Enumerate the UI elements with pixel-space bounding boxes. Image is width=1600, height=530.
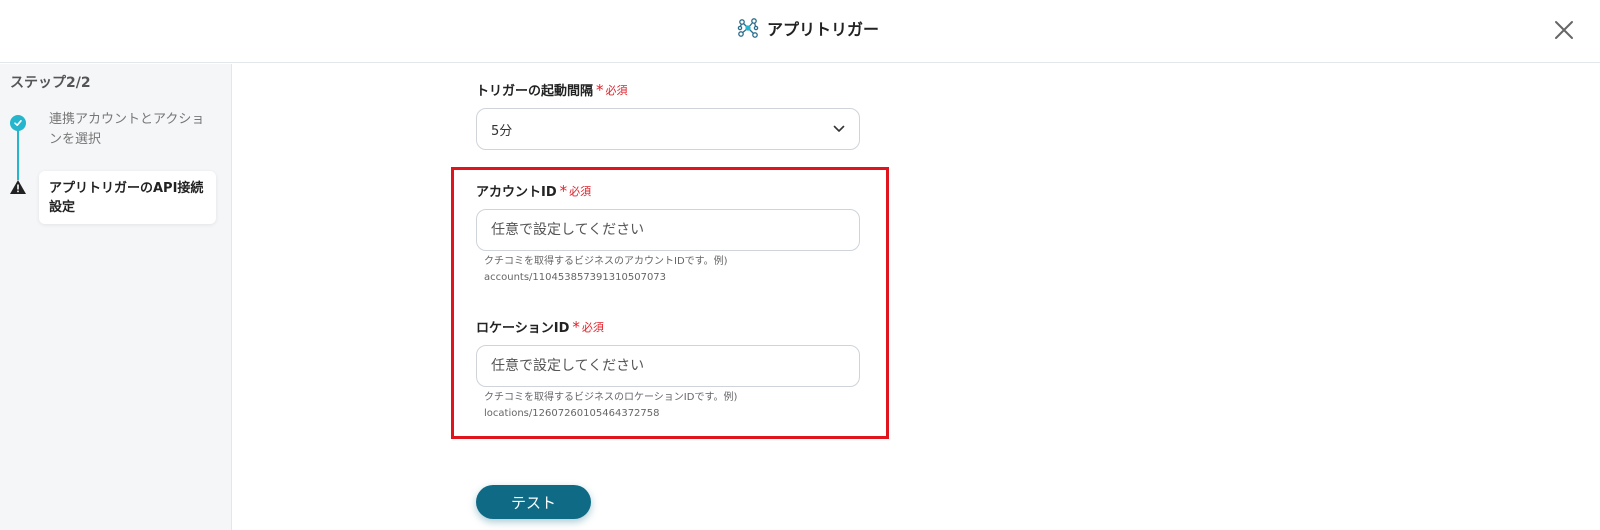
header-bar: アプリトリガー [0, 0, 1600, 63]
required-text: 必須 [581, 320, 604, 334]
account-id-label: アカウントID * 必須 [476, 181, 592, 201]
sidebar-step-select-account[interactable]: 連携アカウントとアクションを選択 [49, 110, 209, 150]
account-id-help-line1: クチコミを取得するビジネスのアカウントIDです。例) [484, 256, 728, 267]
header-title-text: アプリトリガー [767, 20, 880, 39]
account-id-label-text: アカウントID [476, 185, 557, 200]
sidebar-step-api-settings[interactable]: アプリトリガーのAPI接続設定 [39, 171, 216, 224]
required-text: 必須 [569, 184, 592, 198]
close-icon[interactable] [1552, 18, 1576, 42]
interval-field-label: トリガーの起動間隔 * 必須 [476, 80, 628, 100]
required-asterisk: * [559, 181, 568, 200]
location-id-input[interactable] [476, 345, 860, 387]
location-id-label-text: ロケーションID [476, 321, 570, 336]
account-id-help-line2: accounts/110453857391310507073 [484, 272, 667, 283]
step-connector-line [17, 124, 19, 180]
header-title: アプリトリガー [737, 16, 879, 40]
required-text: 必須 [605, 83, 628, 97]
interval-label-text: トリガーの起動間隔 [476, 84, 594, 99]
test-button[interactable]: テスト [476, 485, 591, 519]
location-id-help-line1: クチコミを取得するビジネスのロケーションIDです。例) [484, 392, 738, 403]
warning-icon [9, 179, 27, 195]
account-id-input[interactable] [476, 209, 860, 251]
required-asterisk: * [572, 317, 580, 336]
step-counter: ステップ2/2 [10, 75, 91, 91]
required-asterisk: * [596, 80, 604, 99]
account-id-help: クチコミを取得するビジネスのアカウントIDです。例) accounts/1104… [484, 254, 854, 286]
network-nodes-icon [737, 17, 759, 39]
location-id-label: ロケーションID * 必須 [476, 317, 604, 337]
step-sidebar: ステップ2/2 連携アカウントとアクションを選択 アプリトリガーのAPI接続設定 [0, 64, 232, 530]
location-id-help-line2: locations/12607260105464372758 [484, 408, 660, 419]
interval-select-value: 5分 [491, 123, 513, 139]
interval-select[interactable]: 5分 [476, 108, 860, 150]
check-circle-icon [10, 115, 26, 131]
chevron-down-icon [833, 122, 845, 137]
location-id-help: クチコミを取得するビジネスのロケーションIDです。例) locations/12… [484, 390, 854, 422]
